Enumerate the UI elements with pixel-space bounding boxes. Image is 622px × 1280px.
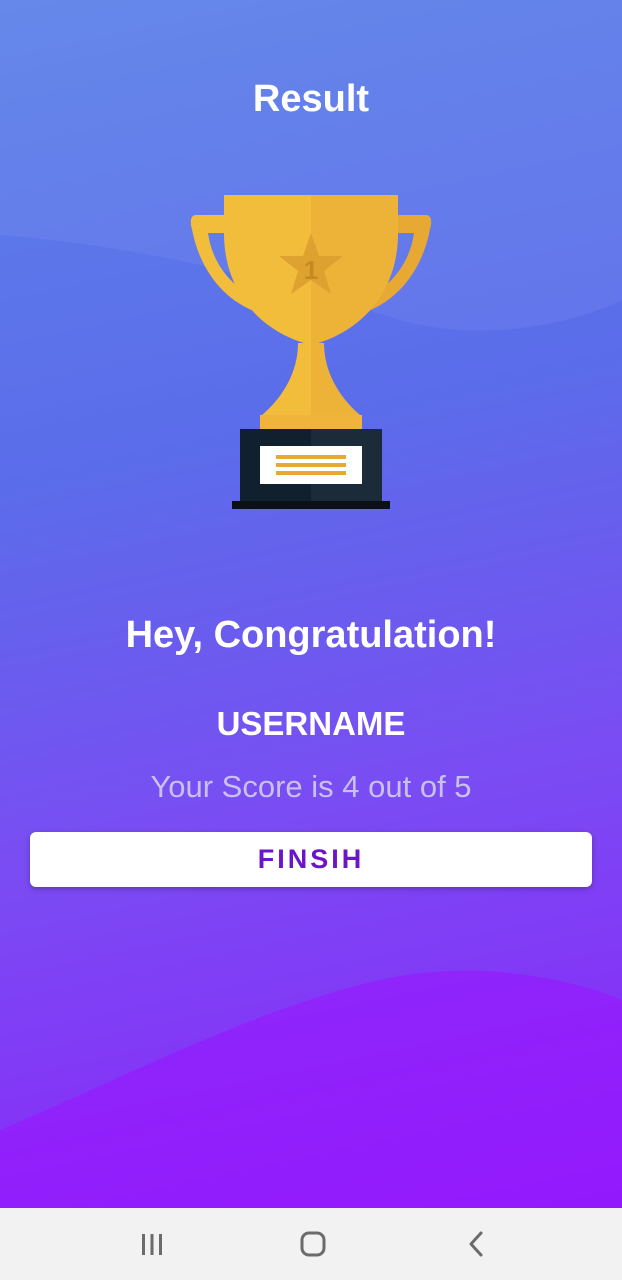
home-button[interactable] [285, 1222, 341, 1266]
congratulation-heading: Hey, Congratulation! [125, 614, 497, 656]
username-label: USERNAME [216, 705, 406, 742]
result-screen: Result 1 Hey, Congratulation! USERNAME Y… [0, 0, 622, 1280]
home-icon [300, 1231, 326, 1257]
back-button[interactable] [448, 1222, 504, 1266]
score-text: Your Score is 4 out of 5 [150, 769, 472, 804]
back-icon [469, 1231, 483, 1257]
recent-apps-icon [142, 1234, 162, 1255]
page-title: Result [252, 78, 370, 120]
recent-apps-button[interactable] [124, 1222, 180, 1266]
background-waves [0, 0, 622, 1208]
system-navigation-bar [0, 1208, 622, 1280]
trophy-icon: 1 [190, 195, 432, 509]
finish-button[interactable]: FINSIH [30, 832, 592, 887]
trophy-badge-number: 1 [304, 255, 318, 285]
